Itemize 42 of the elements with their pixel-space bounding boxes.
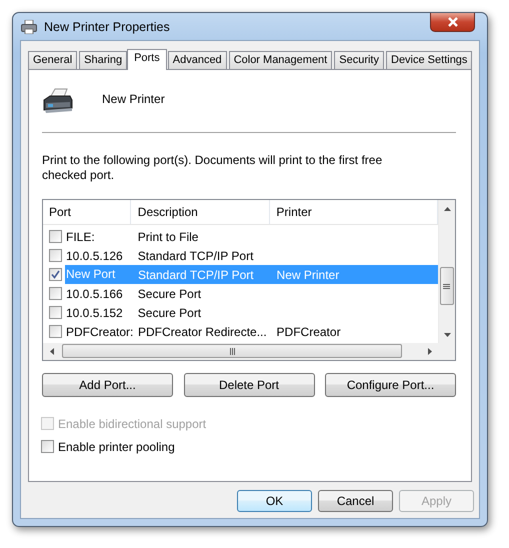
close-icon <box>446 17 458 27</box>
checkbox[interactable] <box>49 230 62 243</box>
table-cell: Standard TCP/IP Port <box>138 248 254 262</box>
instructions-text: Print to the following port(s). Documents will print to the first free checked port. <box>42 153 384 183</box>
table-cell: Secure Port <box>138 286 202 300</box>
dialog-button[interactable]: Cancel <box>318 490 393 512</box>
tab[interactable]: Ports <box>127 49 167 70</box>
table-cell[interactable]: 10.0.5.166 <box>66 286 123 300</box>
checkbox-label[interactable]: Enable printer pooling <box>58 440 175 454</box>
checkbox[interactable] <box>49 325 62 338</box>
scroll-thumb[interactable] <box>440 267 454 305</box>
table-cell[interactable]: FILE: <box>66 230 95 244</box>
table-cell: New Printer <box>276 268 340 282</box>
checkbox[interactable] <box>41 440 54 453</box>
port-button[interactable]: Add Port... <box>42 373 173 397</box>
checkbox[interactable] <box>49 287 62 300</box>
checkbox[interactable] <box>49 249 62 262</box>
checkbox[interactable] <box>49 306 62 319</box>
scroll-thumb[interactable] <box>62 344 402 358</box>
tab[interactable]: General <box>28 51 78 69</box>
printer-icon <box>42 88 74 114</box>
port-button[interactable]: Delete Port <box>184 373 314 397</box>
tab[interactable]: Device Settings <box>386 51 472 69</box>
tab[interactable]: Advanced <box>168 51 227 69</box>
table-cell: Secure Port <box>138 306 202 320</box>
table-cell: Standard TCP/IP Port <box>138 268 254 282</box>
checkbox[interactable] <box>49 268 62 281</box>
tab[interactable]: Security <box>334 51 384 69</box>
dialog-button[interactable]: OK <box>237 490 312 512</box>
printer-name: New Printer <box>102 92 165 106</box>
table-cell[interactable]: 10.0.5.126 <box>66 248 123 262</box>
table-cell: Print to File <box>138 230 198 244</box>
table-cell: PDFCreator Redirecte... <box>138 324 267 338</box>
tab[interactable]: Sharing <box>79 51 128 69</box>
table-cell[interactable]: 10.0.5.152 <box>66 306 123 320</box>
window-title: New Printer Properties <box>44 20 170 34</box>
port-button[interactable]: Configure Port... <box>325 373 456 397</box>
tab[interactable]: Color Management <box>228 51 332 69</box>
table-cell[interactable]: PDFCreator: <box>66 324 134 338</box>
printer-icon <box>21 20 37 34</box>
close-button[interactable] <box>430 13 475 32</box>
table-cell: PDFCreator <box>276 324 341 338</box>
